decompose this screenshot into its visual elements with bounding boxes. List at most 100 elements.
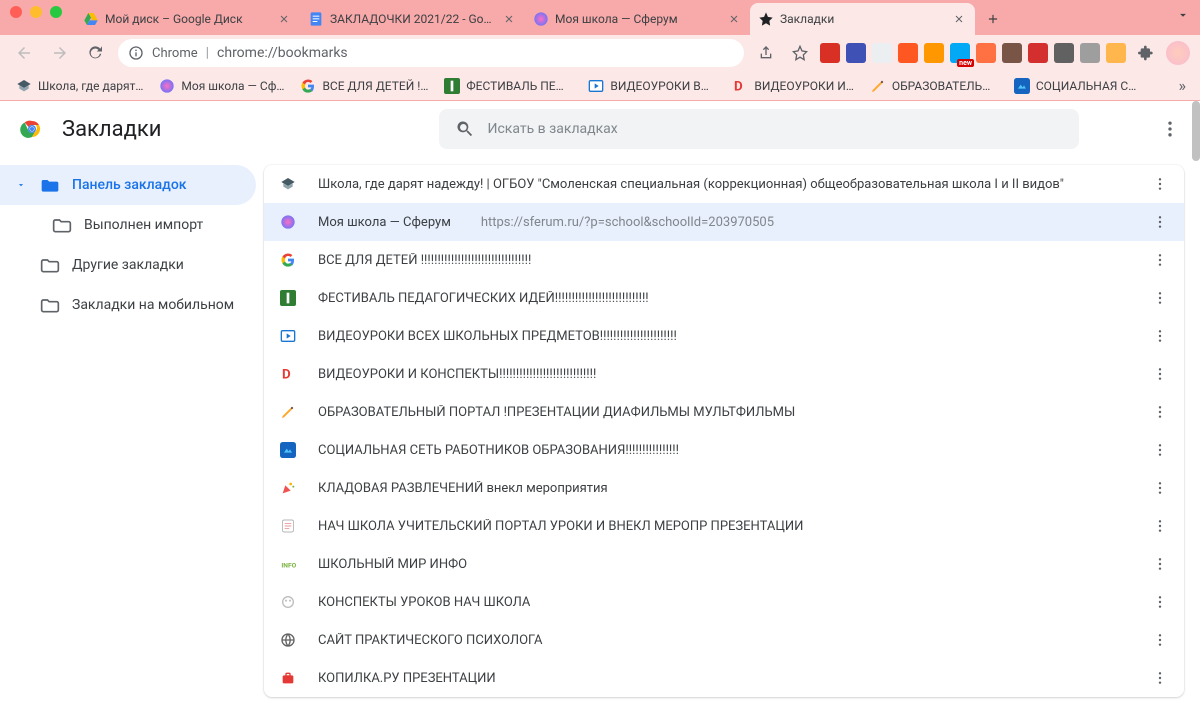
- bookmarks-bar-item[interactable]: ВСЕ ДЛЯ ДЕТЕЙ !…: [294, 74, 434, 98]
- extension-icon[interactable]: [1002, 43, 1022, 63]
- svg-text:INFO: INFO: [281, 561, 296, 569]
- bookmark-menu-button[interactable]: [1152, 670, 1168, 686]
- extension-icon[interactable]: [1106, 43, 1126, 63]
- bookmark-menu-button[interactable]: [1152, 480, 1168, 496]
- bookmark-favicon-icon: [280, 670, 296, 686]
- vertical-scrollbar[interactable]: [1192, 101, 1200, 161]
- extension-icon[interactable]: [820, 43, 840, 63]
- bookmark-menu-button[interactable]: [1152, 404, 1168, 420]
- extension-icon[interactable]: [976, 43, 996, 63]
- extension-icon[interactable]: [846, 43, 866, 63]
- bookmark-row[interactable]: ФЕСТИВАЛЬ ПЕДАГОГИЧЕСКИХ ИДЕЙ!!!!!!!!!!!…: [264, 279, 1184, 317]
- bookmark-label: Моя школа — Сф…: [181, 79, 284, 93]
- extension-icon[interactable]: [924, 43, 944, 63]
- bookmarks-bar-item[interactable]: СОЦИАЛЬНАЯ С…: [1008, 74, 1142, 98]
- extension-icon[interactable]: new: [950, 43, 970, 63]
- tab-favicon-icon: [533, 11, 549, 27]
- bookmark-title: Моя школа — Сферум: [318, 215, 451, 230]
- bookmark-favicon-icon: [300, 78, 316, 94]
- browser-tab[interactable]: Закладки: [750, 3, 975, 35]
- bookmark-favicon-icon: [280, 594, 296, 610]
- address-bar[interactable]: Chrome | chrome://bookmarks: [118, 39, 744, 67]
- extension-icon[interactable]: [1054, 43, 1074, 63]
- bookmark-row[interactable]: INFOШКОЛЬНЫЙ МИР ИНФО: [264, 545, 1184, 583]
- tab-close-button[interactable]: [501, 11, 517, 27]
- bookmarks-bar-item[interactable]: ОБРАЗОВАТЕЛЬН…: [864, 74, 1004, 98]
- bookmark-row[interactable]: САЙТ ПРАКТИЧЕСКОГО ПСИХОЛОГА: [264, 621, 1184, 659]
- bookmark-menu-button[interactable]: [1152, 442, 1168, 458]
- tab-overflow-button[interactable]: [1176, 8, 1190, 22]
- folder-label: Закладки на мобильном: [72, 297, 234, 313]
- bookmarks-bar-item[interactable]: Моя школа — Сф…: [153, 74, 290, 98]
- tab-close-button[interactable]: [276, 11, 292, 27]
- forward-button[interactable]: [46, 39, 74, 67]
- window-controls: [10, 6, 62, 18]
- browser-tab[interactable]: ЗАКЛАДОЧКИ 2021/22 - Goo…: [300, 3, 525, 35]
- bookmark-favicon-icon: [280, 328, 296, 344]
- bookmark-row[interactable]: Моя школа — Сферумhttps://sferum.ru/?p=s…: [264, 203, 1184, 241]
- bookmark-favicon-icon: [16, 78, 32, 94]
- bookmark-menu-button[interactable]: [1152, 556, 1168, 572]
- bookmark-menu-button[interactable]: [1152, 252, 1168, 268]
- bookmark-row[interactable]: DВИДЕОУРОКИ И КОНСПЕКТЫ!!!!!!!!!!!!!!!!!…: [264, 355, 1184, 393]
- tab-close-button[interactable]: [951, 11, 967, 27]
- bookmark-menu-button[interactable]: [1152, 176, 1168, 192]
- bookmark-row[interactable]: КЛАДОВАЯ РАЗВЛЕЧЕНИЙ внекл мероприятия: [264, 469, 1184, 507]
- app-menu-button[interactable]: [1160, 119, 1180, 139]
- bookmark-favicon-icon: [280, 252, 296, 268]
- bookmarks-bar-item[interactable]: D ВИДЕОУРОКИ И…: [726, 74, 859, 98]
- expand-arrow-icon: [16, 180, 28, 190]
- bookmark-row[interactable]: СОЦИАЛЬНАЯ СЕТЬ РАБОТНИКОВ ОБРАЗОВАНИЯ!!…: [264, 431, 1184, 469]
- new-tab-button[interactable]: [979, 5, 1007, 33]
- tab-close-button[interactable]: [726, 11, 742, 27]
- bookmarks-bar-item[interactable]: ФЕСТИВАЛЬ ПЕД…: [438, 74, 578, 98]
- extension-icon[interactable]: [1028, 43, 1048, 63]
- bookmark-row[interactable]: ОБРАЗОВАТЕЛЬНЫЙ ПОРТАЛ !ПРЕЗЕНТАЦИИ ДИАФ…: [264, 393, 1184, 431]
- extension-icon[interactable]: [872, 43, 892, 63]
- folder-icon: [52, 215, 72, 235]
- bookmark-list: Школа, где дарят надежду! | ОГБОУ "Смоле…: [256, 157, 1200, 721]
- reload-button[interactable]: [82, 39, 110, 67]
- bookmark-row[interactable]: КОПИЛКА.РУ ПРЕЗЕНТАЦИИ: [264, 659, 1184, 697]
- svg-text:D: D: [282, 368, 291, 382]
- bookmark-menu-button[interactable]: [1152, 366, 1168, 382]
- bookmark-favicon-icon: [870, 78, 886, 94]
- close-window-button[interactable]: [10, 6, 22, 18]
- bookmark-row[interactable]: Школа, где дарят надежду! | ОГБОУ "Смоле…: [264, 165, 1184, 203]
- bookmark-menu-button[interactable]: [1152, 594, 1168, 610]
- folder-tree-item[interactable]: Выполнен импорт: [0, 205, 256, 245]
- back-button[interactable]: [10, 39, 38, 67]
- browser-tab[interactable]: Мой диск – Google Диск: [75, 3, 300, 35]
- bookmark-row[interactable]: ВСЕ ДЛЯ ДЕТЕЙ !!!!!!!!!!!!!!!!!!!!!!!!!!…: [264, 241, 1184, 279]
- bookmark-row[interactable]: КОНСПЕКТЫ УРОКОВ НАЧ ШКОЛА: [264, 583, 1184, 621]
- folder-tree-item[interactable]: Другие закладки: [0, 245, 256, 285]
- share-button[interactable]: [752, 39, 780, 67]
- bookmark-menu-button[interactable]: [1152, 290, 1168, 306]
- minimize-window-button[interactable]: [30, 6, 42, 18]
- extension-icon[interactable]: [1080, 43, 1100, 63]
- bookmark-row[interactable]: НАЧ ШКОЛА УЧИТЕЛЬСКИЙ ПОРТАЛ УРОКИ И ВНЕ…: [264, 507, 1184, 545]
- bookmark-favicon-icon: [280, 518, 296, 534]
- profile-avatar[interactable]: [1166, 41, 1190, 65]
- search-input[interactable]: Искать в закладках: [439, 109, 1079, 149]
- fullscreen-window-button[interactable]: [50, 6, 62, 18]
- bookmark-menu-button[interactable]: [1152, 518, 1168, 534]
- extensions-button[interactable]: [1132, 39, 1160, 67]
- tab-strip: Мой диск – Google ДискЗАКЛАДОЧКИ 2021/22…: [0, 0, 1200, 35]
- svg-text:D: D: [734, 79, 743, 93]
- bookmarks-overflow-button[interactable]: »: [1175, 72, 1191, 99]
- folder-tree-item[interactable]: Панель закладок: [0, 165, 256, 205]
- bookmark-label: ВИДЕОУРОКИ И…: [754, 79, 853, 93]
- bookmark-favicon-icon: D: [280, 366, 296, 382]
- extension-icon[interactable]: [898, 43, 918, 63]
- browser-tab[interactable]: Моя школа — Сферум: [525, 3, 750, 35]
- bookmark-row[interactable]: ВИДЕОУРОКИ ВСЕХ ШКОЛЬНЫХ ПРЕДМЕТОВ!!!!!!…: [264, 317, 1184, 355]
- bookmark-star-button[interactable]: [786, 39, 814, 67]
- bookmark-menu-button[interactable]: [1152, 328, 1168, 344]
- omnibox-scheme: Chrome: [152, 46, 198, 61]
- bookmark-menu-button[interactable]: [1152, 214, 1168, 230]
- bookmarks-bar-item[interactable]: ВИДЕОУРОКИ ВС…: [582, 74, 722, 98]
- bookmarks-bar-item[interactable]: Школа, где дарят…: [10, 74, 149, 98]
- folder-tree-item[interactable]: Закладки на мобильном: [0, 285, 256, 325]
- bookmark-menu-button[interactable]: [1152, 632, 1168, 648]
